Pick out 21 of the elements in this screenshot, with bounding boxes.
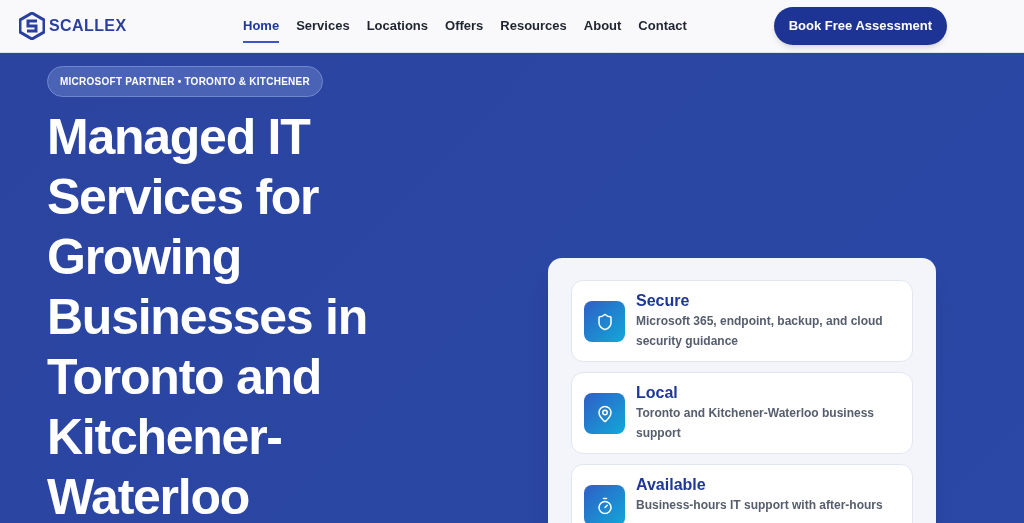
logo-icon (19, 12, 45, 40)
nav-link[interactable]: Home (243, 8, 280, 44)
nav-link[interactable]: Offers (445, 8, 484, 44)
partner-badge: MICROSOFT PARTNER • TORONTO & KITCHENER (47, 66, 323, 97)
feature-description: Toronto and Kitchener-Waterloo business support (636, 405, 875, 442)
feature-title: Available (636, 475, 707, 495)
map-pin-icon (595, 404, 614, 423)
book-assessment-button[interactable]: Book Free Assessment (773, 7, 947, 45)
hero-heading: Managed IT Services for Growing Businesses in Toronto and Kitchener-Waterloo (47, 108, 368, 523)
feature-title: Local (636, 383, 679, 403)
feature-description: Business-hours IT support with after-hours (636, 497, 883, 514)
brand-name: SCALLEX (49, 16, 127, 36)
shield-icon (595, 312, 614, 331)
nav-link[interactable]: Contact (638, 8, 687, 44)
feature-description: Microsoft 365, endpoint, backup, and cloud security guidance (636, 313, 884, 350)
nav-link[interactable]: Resources (500, 8, 567, 44)
feature-title: Secure (636, 291, 691, 311)
nav-link[interactable]: Locations (366, 8, 429, 44)
nav-link[interactable]: Services (296, 8, 350, 44)
nav-link[interactable]: About (583, 8, 622, 44)
stopwatch-icon (595, 496, 614, 515)
